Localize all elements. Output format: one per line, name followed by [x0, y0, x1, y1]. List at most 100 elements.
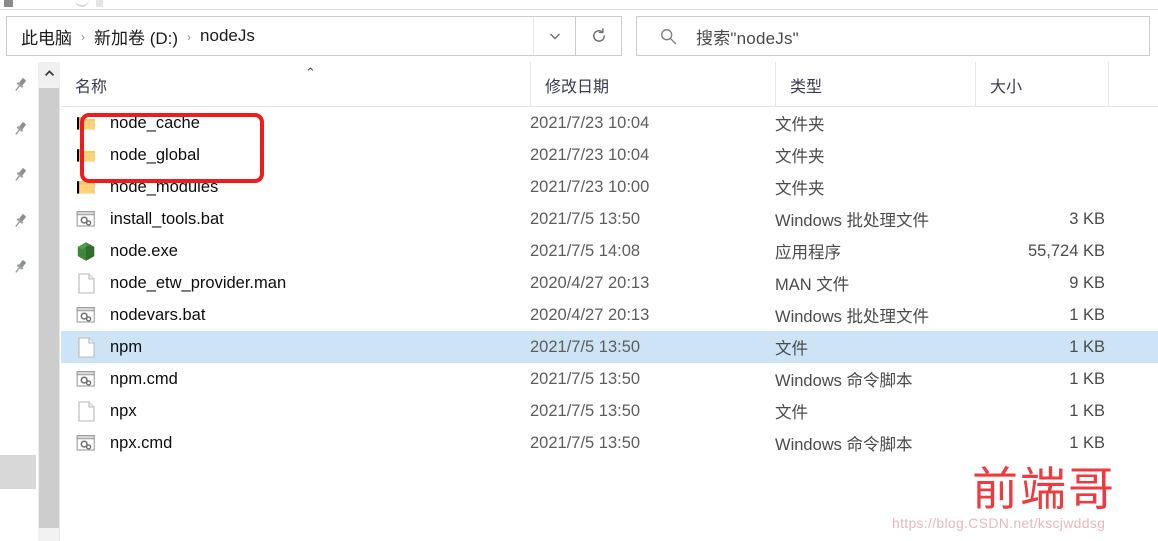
generic-file-icon: [75, 272, 97, 294]
ribbon-glyph-left: [4, 0, 13, 7]
file-name-cell: node_global: [75, 144, 200, 166]
file-date-cell: 2021/7/23 10:04: [530, 113, 650, 132]
chevron-down-icon: [549, 33, 560, 40]
ribbon-glyph-center: [75, 0, 89, 7]
file-type-cell: 文件: [775, 340, 808, 358]
file-name-label: node_cache: [110, 113, 200, 132]
table-row[interactable]: node_cache 2021/7/23 10:04 文件夹: [61, 107, 1158, 139]
table-row[interactable]: npm 2021/7/5 13:50 文件 1 KB: [61, 331, 1158, 363]
table-row[interactable]: npm.cmd 2021/7/5 13:50 Windows 命令脚本 1 KB: [61, 363, 1158, 395]
column-header-date-label: 修改日期: [545, 78, 610, 96]
file-name-label: install_tools.bat: [110, 209, 224, 228]
cmd-file-icon: [76, 434, 95, 451]
file-name-label: npx.cmd: [110, 433, 173, 452]
generic-file-icon: [75, 400, 97, 422]
refresh-button[interactable]: [576, 16, 622, 56]
pin-icon[interactable]: [11, 212, 29, 230]
file-name-label: npm: [110, 337, 143, 356]
file-name-cell: node_modules: [75, 176, 218, 198]
sort-ascending-icon: ⌃: [305, 65, 316, 80]
ribbon-sliver: [0, 0, 1158, 10]
file-size-cell: 1 KB: [1069, 401, 1105, 420]
generic-file-icon: [77, 272, 95, 294]
breadcrumb-item-this-pc[interactable]: 此电脑: [19, 24, 74, 49]
refresh-icon: [592, 28, 605, 42]
column-header-type[interactable]: 类型: [775, 62, 975, 107]
column-header-row: 名称 修改日期 类型 大小 ⌃: [61, 62, 1158, 107]
generic-file-icon: [77, 400, 95, 422]
file-type-cell: 文件夹: [775, 148, 825, 166]
table-row[interactable]: node_global 2021/7/23 10:04 文件夹: [61, 139, 1158, 171]
pin-icon[interactable]: [11, 120, 29, 138]
column-header-size[interactable]: 大小: [975, 62, 1108, 107]
folder-icon: [77, 117, 95, 130]
file-name-label: nodevars.bat: [110, 305, 206, 324]
file-name-label: node_modules: [110, 177, 219, 196]
file-date-cell: 2021/7/5 13:50: [530, 337, 641, 356]
pin-icon[interactable]: [11, 76, 29, 94]
file-size-cell: 1 KB: [1069, 337, 1105, 356]
ribbon-glyph-right: [96, 0, 103, 7]
pin-icon[interactable]: [11, 166, 29, 184]
file-name-label: npm.cmd: [110, 369, 178, 388]
bat-file-icon: [76, 306, 95, 323]
file-date-cell: 2021/7/5 13:50: [530, 209, 641, 228]
breadcrumb: 此电脑 › 新加卷 (D:) › nodeJs: [19, 24, 257, 49]
file-name-cell: npm: [75, 336, 142, 358]
table-row[interactable]: npx 2021/7/5 13:50 文件 1 KB: [61, 395, 1158, 427]
cmd-file-icon: [76, 370, 95, 387]
file-name-cell: node_etw_provider.man: [75, 272, 286, 294]
file-name-cell: node_cache: [75, 112, 200, 134]
folder-icon: [75, 144, 97, 166]
scrollbar-up-button[interactable]: [38, 62, 60, 84]
file-name-cell: npx: [75, 400, 137, 422]
table-row[interactable]: node.exe 2021/7/5 14:08 应用程序 55,724 KB: [61, 235, 1158, 267]
cmd-file-icon: [75, 368, 97, 390]
file-size-cell: 55,724 KB: [1027, 241, 1105, 260]
file-size-cell: 1 KB: [1069, 433, 1105, 452]
file-date-cell: 2021/7/5 13:50: [530, 369, 641, 388]
pin-icon[interactable]: [11, 258, 29, 276]
scrollbar-thumb[interactable]: [39, 88, 59, 528]
folder-icon: [77, 149, 95, 162]
column-header-name[interactable]: 名称: [61, 62, 530, 107]
navigation-rail-stub: [0, 455, 36, 489]
file-name-label: node.exe: [110, 241, 178, 260]
generic-file-icon: [77, 336, 95, 358]
file-name-cell: node.exe: [75, 240, 178, 262]
file-name-cell: npm.cmd: [75, 368, 178, 390]
search-box[interactable]: 搜索"nodeJs": [636, 16, 1150, 56]
breadcrumb-item-drive-d[interactable]: 新加卷 (D:): [92, 24, 180, 49]
column-header-date[interactable]: 修改日期: [530, 62, 775, 107]
table-row[interactable]: npx.cmd 2021/7/5 13:50 Windows 命令脚本 1 KB: [61, 427, 1158, 459]
chevron-up-icon: [44, 69, 54, 76]
bat-file-icon: [75, 304, 97, 326]
table-row[interactable]: node_etw_provider.man 2020/4/27 20:13 MAN …: [61, 267, 1158, 299]
file-type-cell: 文件夹: [775, 180, 825, 198]
file-date-cell: 2021/7/5 13:50: [530, 433, 641, 452]
table-row[interactable]: install_tools.bat 2021/7/5 13:50 Windows 批…: [61, 203, 1158, 235]
bat-file-icon: [75, 208, 97, 230]
search-input[interactable]: 搜索"nodeJs": [696, 24, 799, 49]
file-date-cell: 2020/4/27 20:13: [530, 305, 650, 324]
file-type-cell: MAN 文件: [775, 276, 850, 294]
file-name-cell: npx.cmd: [75, 432, 172, 454]
file-size-cell: 9 KB: [1069, 273, 1105, 292]
file-date-cell: 2021/7/5 13:50: [530, 401, 641, 420]
file-size-cell: 1 KB: [1069, 369, 1105, 388]
url-watermark: https://blog.CSDN.net/kscjwddsg: [892, 515, 1106, 531]
breadcrumb-separator-icon: ›: [81, 30, 85, 44]
address-bar[interactable]: 此电脑 › 新加卷 (D:) › nodeJs: [6, 16, 576, 56]
nodejs-exe-icon: [77, 241, 95, 261]
navigation-scrollbar[interactable]: [38, 62, 60, 541]
table-row[interactable]: node_modules 2021/7/23 10:00 文件夹: [61, 171, 1158, 203]
table-row[interactable]: nodevars.bat 2020/4/27 20:13 Windows 批处理文件…: [61, 299, 1158, 331]
nodejs-exe-icon: [75, 240, 97, 262]
file-type-cell: 文件: [775, 404, 808, 422]
address-bar-dropdown-button[interactable]: [533, 17, 575, 55]
generic-file-icon: [75, 336, 97, 358]
breadcrumb-item-nodejs[interactable]: nodeJs: [198, 26, 257, 46]
folder-icon: [75, 176, 97, 198]
column-header-spacer: [1108, 62, 1158, 107]
file-date-cell: 2020/4/27 20:13: [530, 273, 650, 292]
